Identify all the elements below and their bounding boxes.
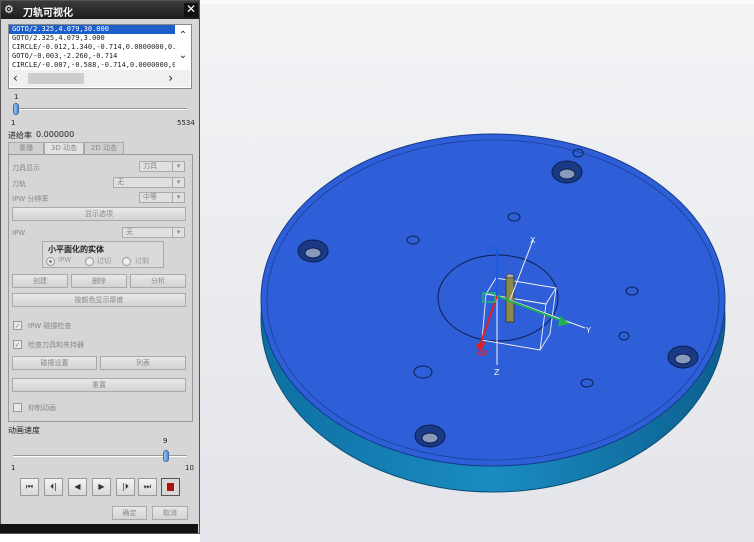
gear-icon[interactable]: ⚙ [4, 4, 16, 16]
skip-start-icon[interactable]: ⏮ [20, 478, 39, 496]
radio-ipw-label: IPW [58, 256, 72, 264]
toolpath-value: 无 [117, 178, 124, 186]
speed-max: 10 [185, 464, 194, 472]
speed-slider-track[interactable] [13, 455, 187, 457]
tool-display-label: 刀具显示 [12, 164, 40, 172]
step-min: 1 [11, 119, 16, 127]
step-back-icon[interactable]: ⏴| [44, 478, 63, 496]
tool-display-value: 刀具 [143, 162, 157, 170]
toolpath-listing[interactable]: GOTO/2.325,4.079,30.000 GOTO/2.325,4.079… [8, 24, 192, 89]
ipw-resolution-label: IPW 分辨率 [12, 195, 49, 203]
chevron-left-icon[interactable]: ‹ [13, 72, 18, 84]
list-item[interactable]: CIRCLE/-0.007,-0.588,-0.714,0.0000000,0.… [9, 61, 175, 70]
label-zm: ZM [486, 244, 498, 253]
chevron-down-icon[interactable]: ▾ [172, 178, 184, 187]
check-tool-holder-checkbox[interactable]: ✓ [13, 340, 22, 349]
tab-3d-dynamic[interactable]: 3D 动态 [44, 142, 84, 154]
toolpath-label: 刀轨 [12, 180, 26, 188]
dialog-bottom-bar [0, 524, 198, 533]
radio-overcut[interactable] [85, 257, 94, 266]
chevron-down-icon[interactable]: ▾ [172, 162, 184, 171]
step-slider-thumb[interactable] [13, 103, 19, 115]
dialog-title: 刀轨可视化 [23, 8, 73, 19]
list-vertical-scroll[interactable]: ⌃ ⌄ [176, 26, 190, 70]
step-current-value: 1 [14, 93, 19, 101]
list-item[interactable]: GOTO/2.325,4.079,30.000 [9, 25, 175, 34]
ipw-collision-checkbox[interactable]: ✓ [13, 321, 22, 330]
play-icon[interactable]: ▶ [92, 478, 111, 496]
radio-overcut-label: 过切 [97, 257, 111, 265]
toolpath-visualization-dialog: ⚙ 刀轨可视化 ✕ GOTO/2.325,4.079,30.000 GOTO/2… [0, 0, 200, 534]
animation-speed-value: 9 [163, 437, 168, 445]
faceted-solid-group: 小平面化的实体 IPW 过切 过剩 [42, 241, 164, 268]
tool-tip [505, 273, 515, 279]
label-z: Z [494, 368, 500, 377]
radio-ipw[interactable] [46, 257, 55, 266]
workpiece-view: ZM X Y Z XM [260, 133, 726, 493]
speed-min: 1 [11, 464, 16, 472]
ipw-collision-label: IPW 碰撞检查 [28, 322, 72, 330]
chevron-right-icon[interactable]: › [168, 72, 173, 84]
list-button[interactable]: 列表 [100, 356, 186, 370]
tab-replay[interactable]: 重播 [8, 142, 44, 154]
step-slider-track[interactable] [13, 108, 187, 110]
scroll-thumb[interactable] [28, 73, 84, 84]
chevron-up-icon[interactable]: ⌃ [176, 26, 190, 46]
list-horizontal-scroll[interactable]: ‹ › [10, 70, 190, 87]
suppress-animation-label: 抑制动画 [28, 404, 56, 412]
tool-display-select[interactable]: 刀具 ▾ [139, 161, 185, 172]
step-max: 5534 [177, 119, 195, 127]
3d-dynamic-panel: 刀具显示 刀具 ▾ 刀轨 无 ▾ IPW 分辨率 中等 ▾ 显示选项 IPW 无… [8, 154, 193, 422]
radio-excess[interactable] [122, 257, 131, 266]
ipw-select[interactable]: 无 ▾ [122, 227, 185, 238]
feed-rate-label: 进给率 [8, 131, 32, 140]
plate-top [260, 133, 726, 467]
skip-end-icon[interactable]: ⏭ [138, 478, 157, 496]
create-button[interactable]: 创建 [12, 274, 68, 288]
speed-slider-thumb[interactable] [162, 450, 169, 462]
title-bar[interactable]: ⚙ 刀轨可视化 ✕ [1, 1, 199, 19]
ipw-value: 无 [126, 228, 133, 236]
close-icon[interactable]: ✕ [184, 3, 198, 17]
chevron-down-icon[interactable]: ▾ [172, 193, 184, 202]
ipw-resolution-select[interactable]: 中等 ▾ [139, 192, 185, 203]
chevron-down-icon[interactable]: ⌄ [176, 46, 190, 66]
chevron-down-icon[interactable]: ▾ [172, 228, 184, 237]
tab-2d-dynamic[interactable]: 2D 动态 [84, 142, 124, 154]
analyze-button[interactable]: 分析 [130, 274, 186, 288]
cancel-button[interactable]: 取消 [152, 506, 188, 520]
animation-speed-label: 动画速度 [8, 426, 40, 435]
delete-button[interactable]: 删除 [71, 274, 127, 288]
radio-excess-label: 过剩 [135, 257, 149, 265]
check-tool-holder-label: 检查刀具和夹持器 [28, 341, 84, 349]
display-options-button[interactable]: 显示选项 [12, 207, 186, 221]
faceted-solid-title: 小平面化的实体 [48, 245, 104, 254]
label-y: Y [585, 326, 591, 335]
reset-button[interactable]: 重置 [12, 378, 186, 392]
label-x: X [530, 236, 536, 245]
feed-rate-value: 0.000000 [36, 130, 75, 139]
stop-icon[interactable] [161, 478, 180, 496]
step-forward-icon[interactable]: |⏵ [116, 478, 135, 496]
list-item[interactable]: CIRCLE/-0.012,1.340,-0.714,0.0000000,0.0 [9, 43, 175, 52]
ipw-label: IPW [12, 229, 26, 237]
collision-settings-button[interactable]: 碰撞设置 [12, 356, 97, 370]
label-xm: XM [476, 349, 488, 358]
play-reverse-icon[interactable]: ◀ [68, 478, 87, 496]
toolpath-select[interactable]: 无 ▾ [113, 177, 185, 188]
list-item[interactable]: GOTO/2.325,4.079,3.000 [9, 34, 175, 43]
graphics-viewport[interactable]: ZM X Y Z XM [200, 0, 754, 542]
ipw-resolution-value: 中等 [143, 193, 157, 201]
color-thickness-button[interactable]: 按颜色显示厚度 [12, 293, 186, 307]
ok-button[interactable]: 确定 [112, 506, 147, 520]
suppress-animation-checkbox[interactable] [13, 403, 22, 412]
list-item[interactable]: GOTO/-0.003,-2.260,-0.714 [9, 52, 175, 61]
